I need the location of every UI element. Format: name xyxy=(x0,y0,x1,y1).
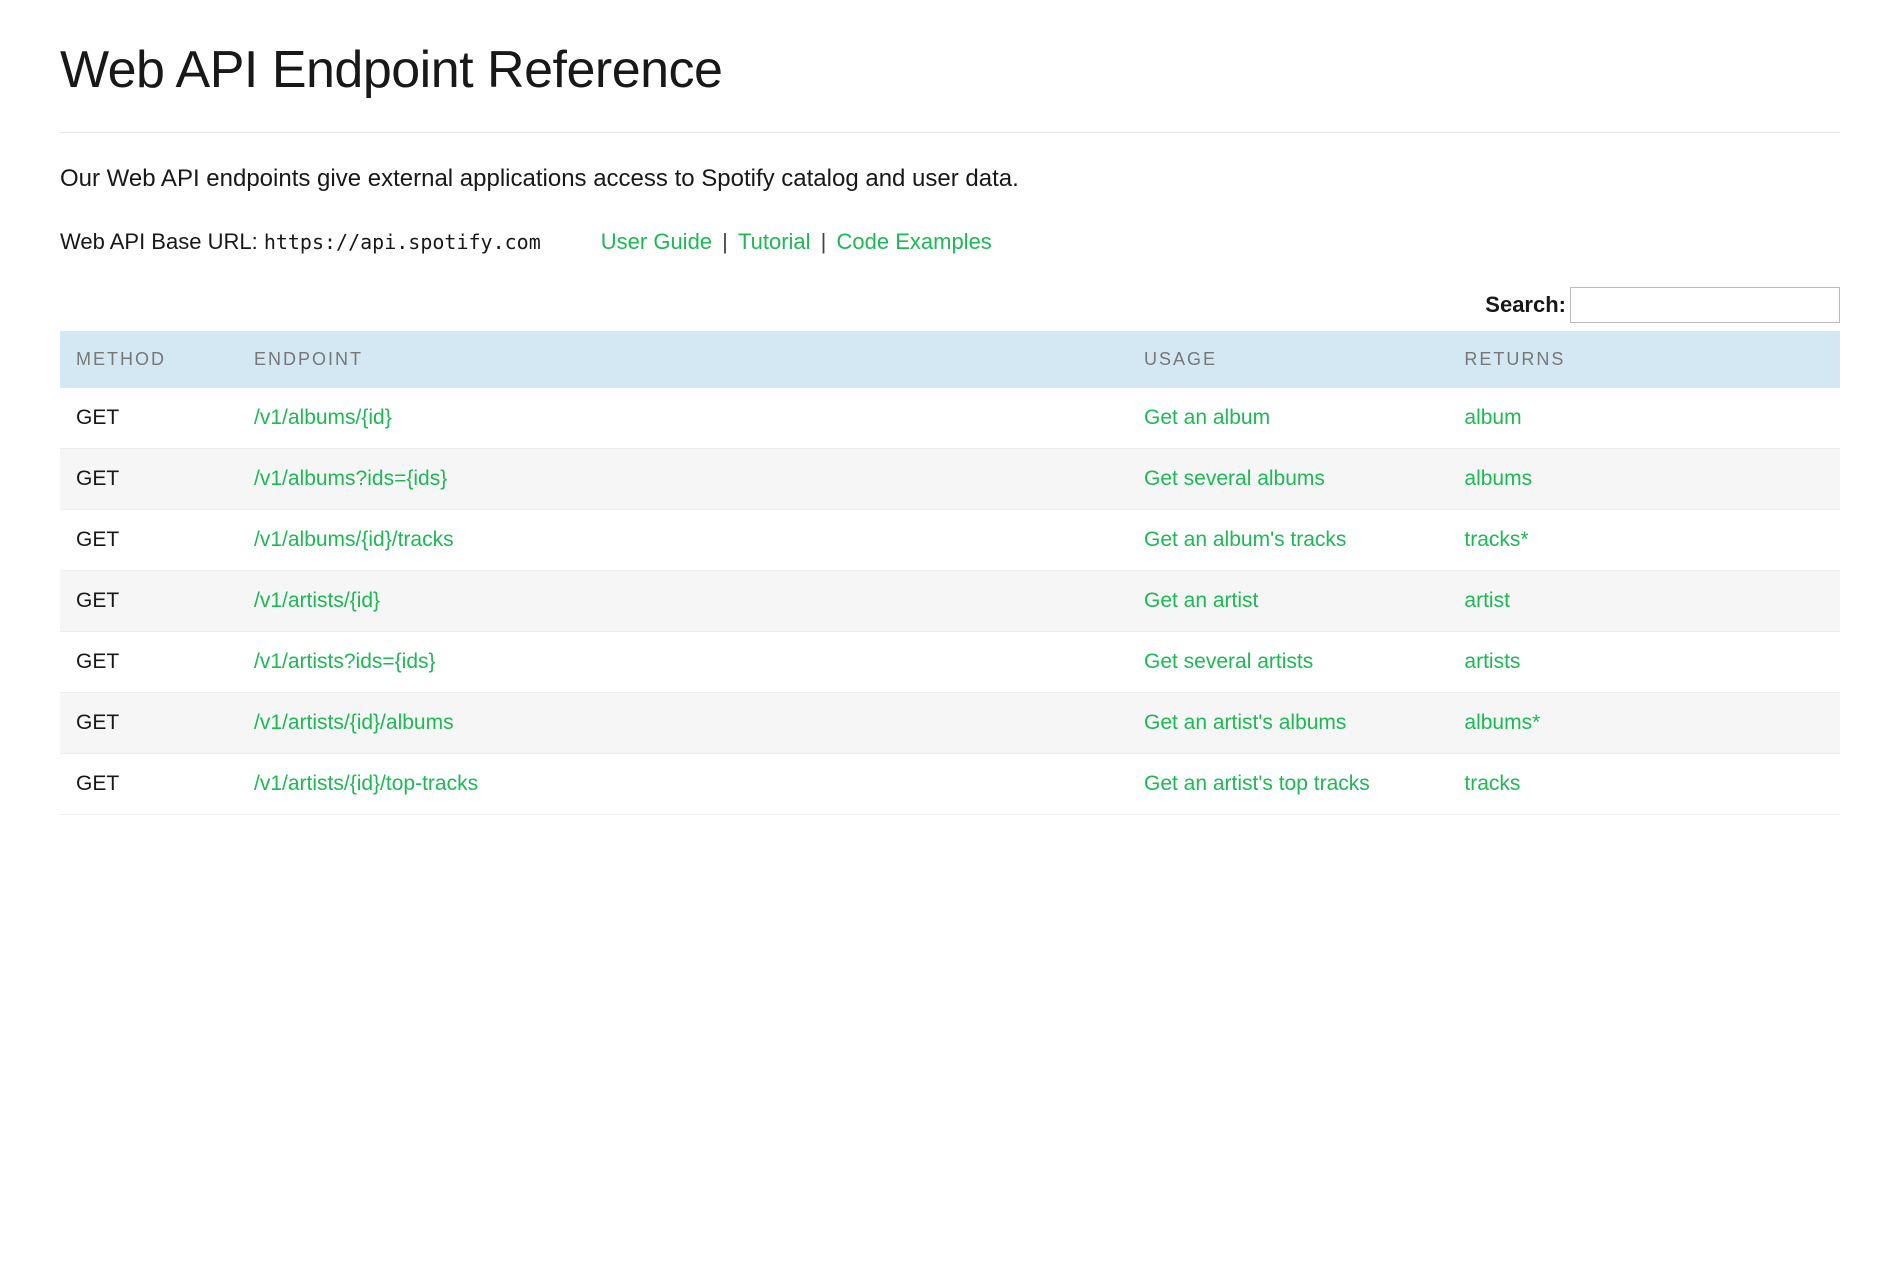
usage-link[interactable]: Get an album xyxy=(1144,406,1270,429)
endpoint-link[interactable]: /v1/artists/{id} xyxy=(254,589,380,612)
base-url-label: Web API Base URL: xyxy=(60,229,264,254)
search-row: Search: xyxy=(60,287,1840,323)
cell-method: GET xyxy=(60,388,238,449)
returns-link[interactable]: album xyxy=(1464,406,1521,429)
usage-link[interactable]: Get several artists xyxy=(1144,650,1313,673)
header-endpoint: ENDPOINT xyxy=(238,331,1128,388)
header-method: METHOD xyxy=(60,331,238,388)
returns-link[interactable]: albums xyxy=(1464,467,1532,490)
cell-method: GET xyxy=(60,754,238,815)
endpoint-link[interactable]: /v1/albums?ids={ids} xyxy=(254,467,447,490)
cell-method: GET xyxy=(60,632,238,693)
cell-method: GET xyxy=(60,693,238,754)
cell-method: GET xyxy=(60,449,238,510)
header-returns: RETURNS xyxy=(1448,331,1840,388)
table-header-row: METHOD ENDPOINT USAGE RETURNS xyxy=(60,331,1840,388)
table-row: GET /v1/artists/{id}/top-tracks Get an a… xyxy=(60,754,1840,815)
returns-link[interactable]: albums* xyxy=(1464,711,1540,734)
endpoint-link[interactable]: /v1/albums/{id} xyxy=(254,406,392,429)
returns-link[interactable]: artist xyxy=(1464,589,1510,612)
code-examples-link[interactable]: Code Examples xyxy=(837,229,992,254)
usage-link[interactable]: Get an artist xyxy=(1144,589,1258,612)
table-row: GET /v1/artists/{id} Get an artist artis… xyxy=(60,571,1840,632)
link-separator: | xyxy=(722,229,734,254)
base-url-row: Web API Base URL: https://api.spotify.co… xyxy=(60,229,1840,255)
returns-link[interactable]: tracks* xyxy=(1464,528,1528,551)
intro-text: Our Web API endpoints give external appl… xyxy=(60,165,1840,193)
returns-link[interactable]: artists xyxy=(1464,650,1520,673)
table-row: GET /v1/albums/{id}/tracks Get an album'… xyxy=(60,510,1840,571)
returns-link[interactable]: tracks xyxy=(1464,772,1520,795)
table-row: GET /v1/albums?ids={ids} Get several alb… xyxy=(60,449,1840,510)
usage-link[interactable]: Get an album's tracks xyxy=(1144,528,1346,551)
endpoint-link[interactable]: /v1/albums/{id}/tracks xyxy=(254,528,454,551)
cell-method: GET xyxy=(60,510,238,571)
table-row: GET /v1/artists/{id}/albums Get an artis… xyxy=(60,693,1840,754)
table-row: GET /v1/artists?ids={ids} Get several ar… xyxy=(60,632,1840,693)
page-title: Web API Endpoint Reference xyxy=(60,40,1840,100)
endpoint-link[interactable]: /v1/artists?ids={ids} xyxy=(254,650,436,673)
link-separator: | xyxy=(821,229,833,254)
endpoint-link[interactable]: /v1/artists/{id}/top-tracks xyxy=(254,772,478,795)
tutorial-link[interactable]: Tutorial xyxy=(738,229,811,254)
usage-link[interactable]: Get an artist's top tracks xyxy=(1144,772,1370,795)
search-input[interactable] xyxy=(1570,287,1840,323)
user-guide-link[interactable]: User Guide xyxy=(601,229,712,254)
usage-link[interactable]: Get an artist's albums xyxy=(1144,711,1346,734)
search-label: Search: xyxy=(1485,292,1566,318)
divider xyxy=(60,132,1840,133)
table-row: GET /v1/albums/{id} Get an album album xyxy=(60,388,1840,449)
endpoints-table: METHOD ENDPOINT USAGE RETURNS GET /v1/al… xyxy=(60,331,1840,815)
base-url-block: Web API Base URL: https://api.spotify.co… xyxy=(60,229,541,255)
usage-link[interactable]: Get several albums xyxy=(1144,467,1325,490)
endpoint-link[interactable]: /v1/artists/{id}/albums xyxy=(254,711,454,734)
cell-method: GET xyxy=(60,571,238,632)
base-url-value: https://api.spotify.com xyxy=(264,230,541,254)
header-usage: USAGE xyxy=(1128,331,1448,388)
doc-links: User Guide | Tutorial | Code Examples xyxy=(601,229,992,255)
